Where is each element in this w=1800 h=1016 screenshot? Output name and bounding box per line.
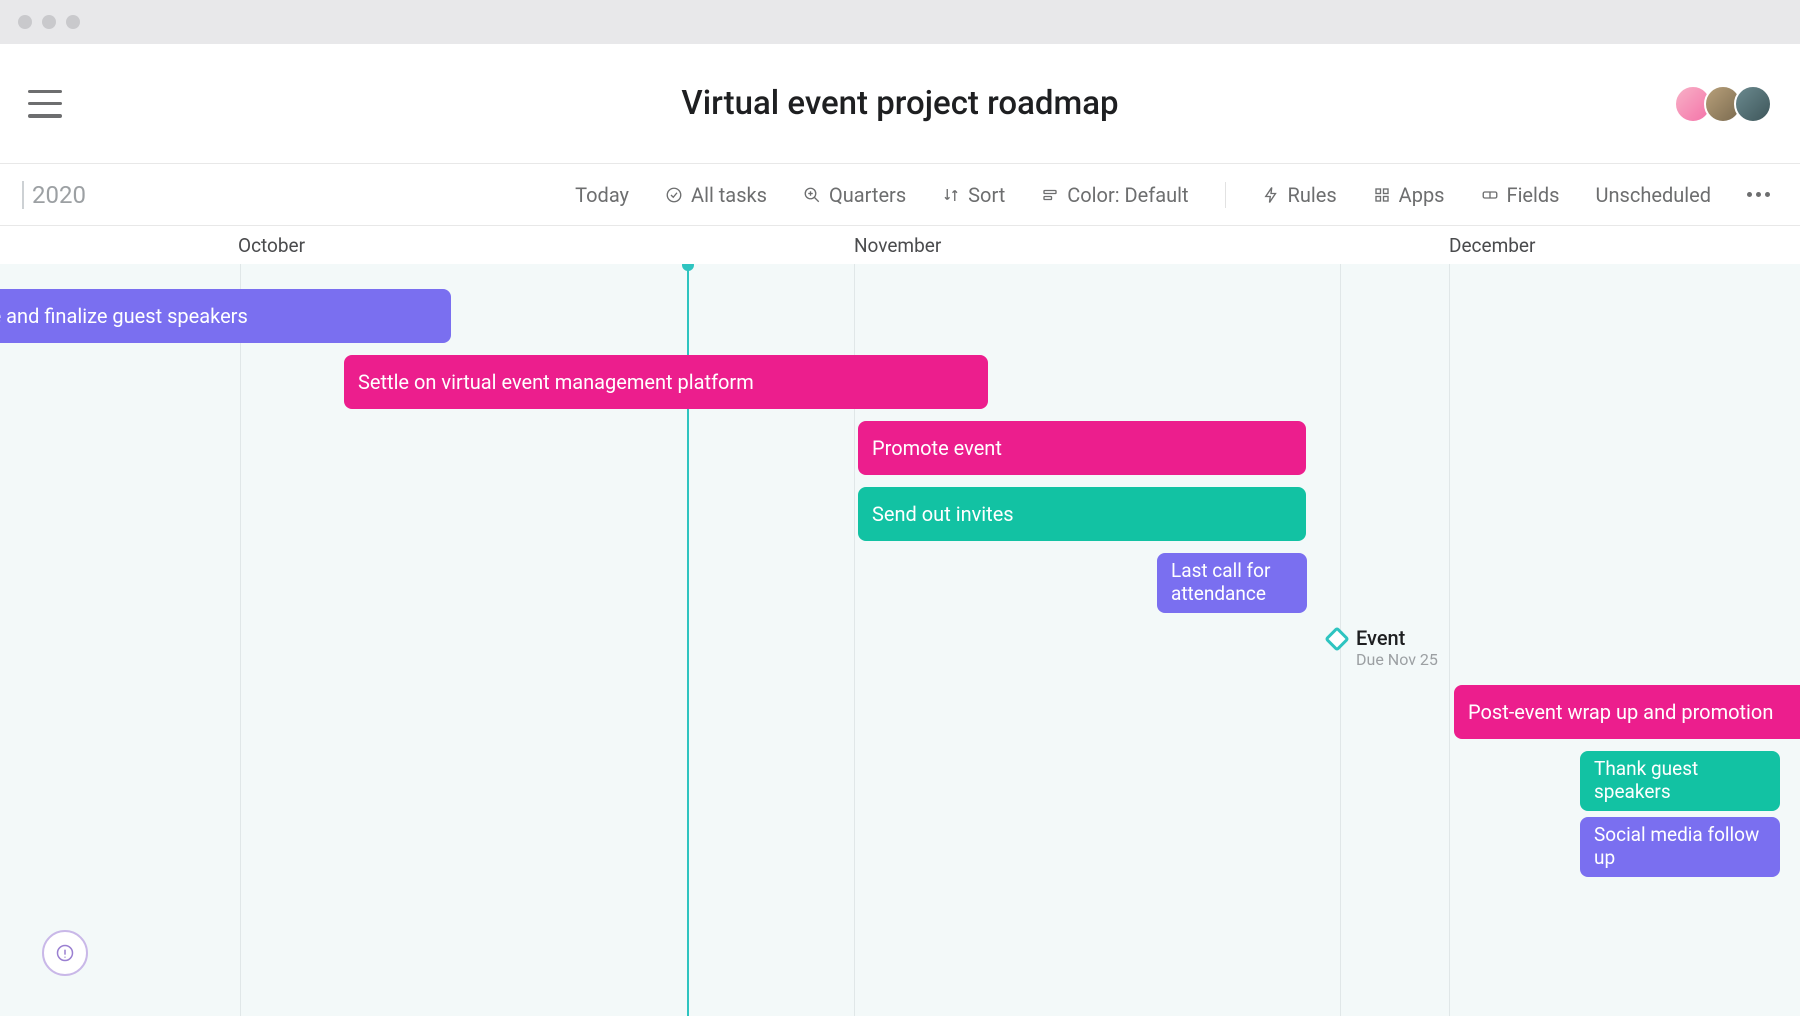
color-label: Color: Default bbox=[1067, 183, 1188, 207]
task-label: Promote event bbox=[872, 436, 1002, 460]
task-bar[interactable]: Thank guest speakers bbox=[1580, 751, 1780, 811]
all-tasks-button[interactable]: All tasks bbox=[665, 183, 767, 207]
apps-label: Apps bbox=[1399, 183, 1445, 207]
task-bar[interactable]: Plan venue and finalize guest speakers bbox=[0, 289, 451, 343]
task-bar[interactable]: Send out invites bbox=[858, 487, 1306, 541]
task-label: Settle on virtual event management platf… bbox=[358, 370, 754, 394]
gridline bbox=[240, 264, 241, 1016]
year-label: 2020 bbox=[22, 181, 86, 209]
avatar-stack[interactable] bbox=[1682, 85, 1772, 123]
task-label: Plan venue and finalize guest speakers bbox=[0, 304, 248, 328]
task-bar[interactable]: Promote event bbox=[858, 421, 1306, 475]
task-label: Social media follow up bbox=[1594, 824, 1766, 870]
fields-button[interactable]: Fields bbox=[1481, 183, 1560, 207]
window-chrome bbox=[0, 0, 1800, 44]
unscheduled-button[interactable]: Unscheduled bbox=[1596, 183, 1711, 207]
more-icon bbox=[1747, 192, 1770, 197]
timeline-canvas[interactable]: Plan venue and finalize guest speakers Se… bbox=[0, 264, 1800, 1016]
color-button[interactable]: Color: Default bbox=[1041, 183, 1188, 207]
app-header: Virtual event project roadmap bbox=[0, 44, 1800, 164]
month-december: December bbox=[1449, 234, 1535, 257]
gridline bbox=[1449, 264, 1450, 1016]
avatar[interactable] bbox=[1734, 85, 1772, 123]
traffic-close-icon[interactable] bbox=[18, 15, 32, 29]
milestone[interactable]: EventDue Nov 25 bbox=[1328, 626, 1438, 669]
month-header: October November December bbox=[0, 226, 1800, 264]
menu-icon[interactable] bbox=[28, 90, 62, 118]
month-november: November bbox=[854, 234, 941, 257]
toolbar: 2020 Today All tasks Quarters Sort bbox=[0, 164, 1800, 226]
check-circle-icon bbox=[665, 186, 683, 204]
sort-icon bbox=[942, 186, 960, 204]
apps-button[interactable]: Apps bbox=[1373, 183, 1445, 207]
today-marker-icon bbox=[682, 264, 694, 271]
sort-button[interactable]: Sort bbox=[942, 183, 1005, 207]
all-tasks-label: All tasks bbox=[691, 183, 767, 207]
task-label: Last call for attendance bbox=[1171, 560, 1293, 606]
task-bar[interactable]: Post-event wrap up and promotion bbox=[1454, 685, 1800, 739]
more-button[interactable] bbox=[1747, 192, 1770, 197]
palette-icon bbox=[1041, 186, 1059, 204]
milestone-date: Due Nov 25 bbox=[1356, 650, 1438, 669]
task-label: Send out invites bbox=[872, 502, 1014, 526]
today-label: Today bbox=[575, 183, 629, 207]
diamond-icon bbox=[1324, 626, 1349, 651]
fields-icon bbox=[1481, 186, 1499, 204]
unscheduled-label: Unscheduled bbox=[1596, 183, 1711, 207]
page-title: Virtual event project roadmap bbox=[681, 84, 1118, 123]
grid-icon bbox=[1373, 186, 1391, 204]
traffic-minimize-icon[interactable] bbox=[42, 15, 56, 29]
zoom-icon bbox=[803, 186, 821, 204]
rules-button[interactable]: Rules bbox=[1262, 183, 1337, 207]
traffic-zoom-icon[interactable] bbox=[66, 15, 80, 29]
today-button[interactable]: Today bbox=[575, 183, 629, 207]
sort-label: Sort bbox=[968, 183, 1005, 207]
help-button[interactable] bbox=[42, 930, 88, 976]
rules-label: Rules bbox=[1288, 183, 1337, 207]
quarters-label: Quarters bbox=[829, 183, 906, 207]
task-bar[interactable]: Last call for attendance bbox=[1157, 553, 1307, 613]
lightning-icon bbox=[1262, 186, 1280, 204]
task-label: Thank guest speakers bbox=[1594, 758, 1766, 804]
month-october: October bbox=[238, 234, 305, 257]
task-bar[interactable]: Settle on virtual event management platf… bbox=[344, 355, 988, 409]
milestone-title: Event bbox=[1356, 626, 1438, 650]
quarters-button[interactable]: Quarters bbox=[803, 183, 906, 207]
fields-label: Fields bbox=[1507, 183, 1560, 207]
task-bar[interactable]: Social media follow up bbox=[1580, 817, 1780, 877]
toolbar-divider bbox=[1225, 182, 1226, 208]
task-label: Post-event wrap up and promotion bbox=[1468, 700, 1773, 724]
